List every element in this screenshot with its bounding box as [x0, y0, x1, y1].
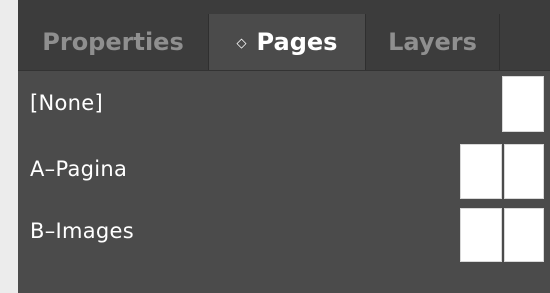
master-label: A–Pagina — [30, 157, 128, 181]
tab-pages[interactable]: ◇ Pages — [208, 14, 366, 70]
tab-pages-label: Pages — [256, 28, 338, 56]
page-thumbnail-right[interactable] — [504, 208, 544, 262]
page-thumbnail-right[interactable] — [504, 144, 544, 199]
panel-tab-bar: Properties ◇ Pages Layers — [18, 0, 550, 71]
master-item-none[interactable]: [None] — [18, 72, 550, 134]
page-thumbnail-left[interactable] — [460, 144, 502, 199]
masters-area-bottom — [18, 262, 550, 293]
tab-layers-label: Layers — [388, 28, 477, 56]
master-label: [None] — [30, 91, 103, 115]
collapse-toggle-icon[interactable]: ◇ — [237, 36, 247, 51]
tab-layers[interactable]: Layers — [366, 14, 500, 70]
tab-properties-label: Properties — [42, 28, 184, 56]
master-item-b-images[interactable]: B–Images — [18, 200, 550, 262]
master-item-a-pagina[interactable]: A–Pagina — [18, 138, 550, 200]
page-thumbnail-left[interactable] — [460, 208, 502, 262]
page-thumbnail[interactable] — [502, 76, 544, 132]
master-label: B–Images — [30, 219, 135, 243]
tab-properties[interactable]: Properties — [18, 14, 208, 70]
pages-panel: Properties ◇ Pages Layers [None] A–Pagina… — [18, 0, 550, 293]
